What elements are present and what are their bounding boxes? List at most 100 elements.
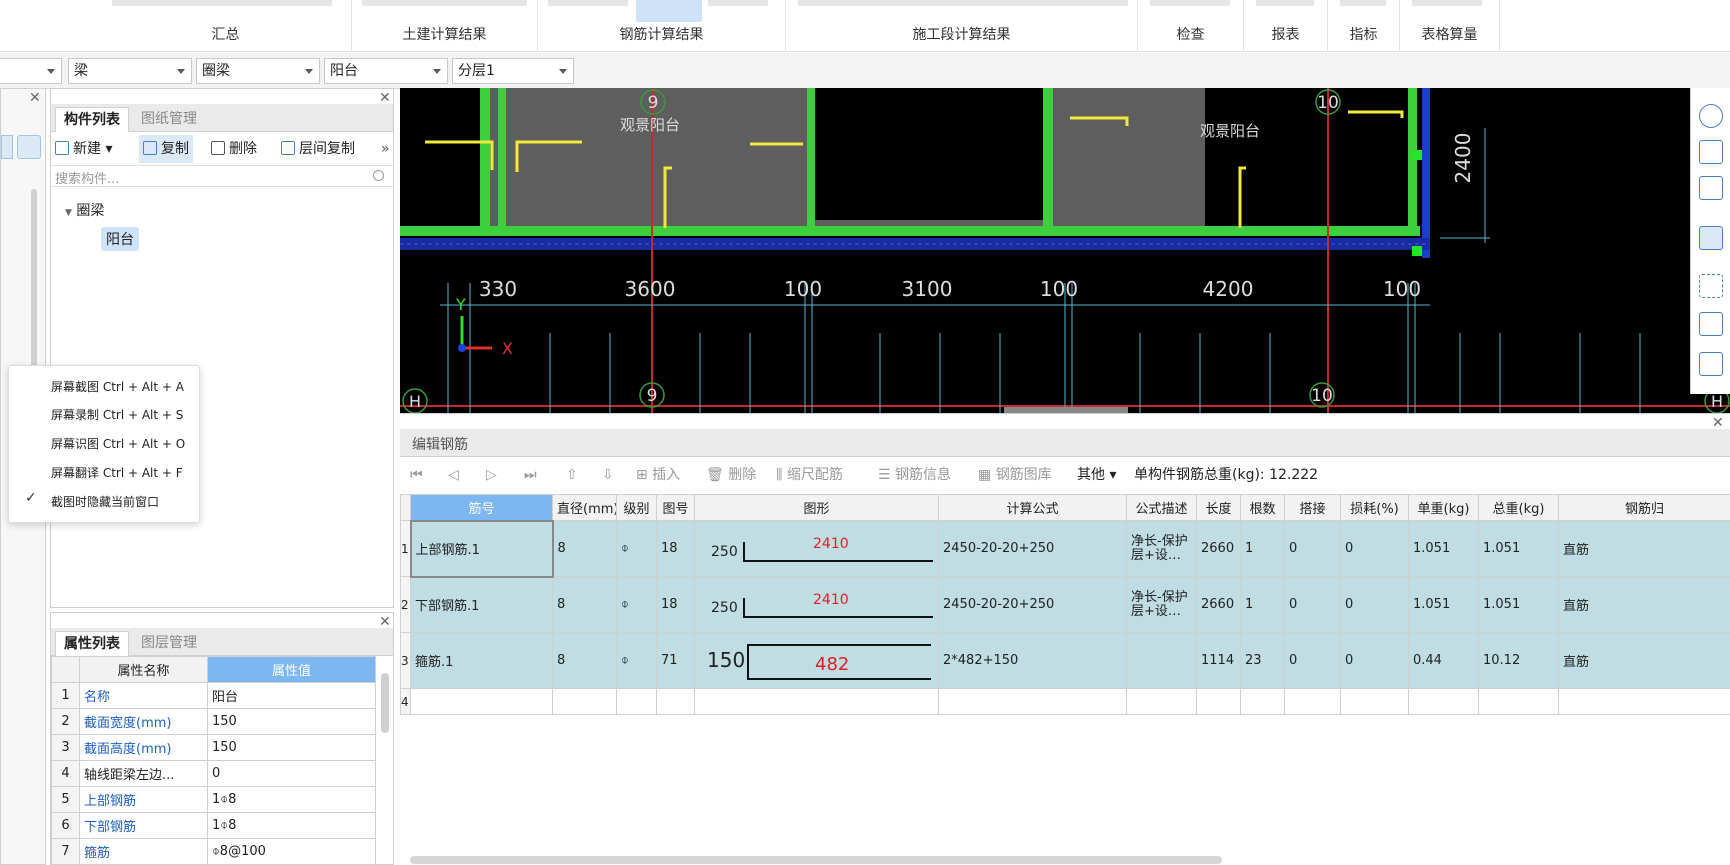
rebar-name-cell[interactable]: 箍筋.1 [410, 632, 553, 689]
count-cell[interactable]: 1 [1240, 576, 1285, 633]
tab-drawing-management[interactable]: 图纸管理 [133, 107, 205, 132]
property-value[interactable]: 150 [207, 734, 376, 761]
empty-cell[interactable] [656, 688, 695, 715]
lap-cell[interactable]: 0 [1284, 632, 1341, 689]
empty-cell[interactable] [1478, 688, 1559, 715]
rebar-type-cell[interactable]: 直筋 [1558, 632, 1730, 689]
filter-subtype-select[interactable]: 圈梁 [196, 58, 320, 84]
table-row[interactable]: 2 下部钢筋.1 8 ⌽ 18 250 2410 2450-20-20+250 净长-保护 层+设… [400, 576, 1730, 633]
rebar-library-button[interactable]: ▦ 钢筋图库 [978, 463, 1052, 487]
grade-cell[interactable]: ⌽ [616, 576, 657, 633]
count-cell[interactable]: 1 [1240, 520, 1285, 577]
new-button[interactable]: 新建 ▾ [55, 135, 112, 163]
shape-cell[interactable]: 150 482 [694, 632, 939, 689]
insert-button[interactable]: ⊞ 插入 [636, 463, 680, 487]
tree-item-selected[interactable]: 阳台 [101, 227, 139, 251]
property-value[interactable]: ⌽8@100 [207, 838, 376, 865]
menu-item-screenshot[interactable]: 屏幕截图 Ctrl + Alt + A [51, 376, 184, 398]
formula-desc-cell[interactable]: 净长-保护 层+设… [1126, 520, 1197, 577]
property-value[interactable]: 阳台 [207, 682, 376, 709]
rebar-type-cell[interactable]: 直筋 [1558, 576, 1730, 633]
menu-item-screen-translate[interactable]: 屏幕翻译 Ctrl + Alt + F [51, 462, 183, 484]
property-row[interactable]: 5 上部钢筋 1⌽8 [51, 786, 376, 813]
table-row-empty[interactable]: 4 [400, 688, 1730, 715]
grade-cell[interactable]: ⌽ [616, 520, 657, 577]
figure-number-cell[interactable]: 18 [656, 520, 695, 577]
empty-cell[interactable] [616, 688, 657, 715]
fullscreen-icon[interactable] [1699, 274, 1723, 298]
empty-cell[interactable] [938, 688, 1127, 715]
total-weight-cell[interactable]: 1.051 [1478, 520, 1559, 577]
length-cell[interactable]: 2660 [1196, 520, 1241, 577]
cad-canvas[interactable]: 9 10 9 10 H H 观景阳台 观景阳台 330 3600 100 310… [400, 88, 1730, 413]
property-row[interactable]: 4 轴线距梁左边... 0 [51, 760, 376, 787]
move-up-icon[interactable]: ⇧ [566, 463, 578, 487]
property-row[interactable]: 1 名称 阳台 [51, 682, 376, 709]
property-value[interactable]: 150 [207, 708, 376, 735]
prev-icon[interactable]: ◁ [448, 463, 459, 487]
rebar-name-cell[interactable]: 上部钢筋.1 [409, 519, 554, 578]
rebar-name-cell[interactable]: 下部钢筋.1 [410, 576, 553, 633]
filter-type-select[interactable]: 梁 [68, 58, 192, 84]
grade-cell[interactable]: ⌽ [616, 632, 657, 689]
formula-desc-cell[interactable] [1126, 632, 1197, 689]
formula-cell[interactable]: 2450-20-20+250 [938, 576, 1127, 633]
other-menu[interactable]: 其他 ▾ [1077, 463, 1116, 487]
formula-cell[interactable]: 2450-20-20+250 [938, 520, 1127, 577]
property-view-icon[interactable] [1699, 352, 1723, 376]
component-view-icon[interactable] [1699, 312, 1723, 336]
table-row[interactable]: 3 箍筋.1 8 ⌽ 71 150 482 2*482+150 1114 23 0 0 0.44 10.1… [400, 632, 1730, 689]
orbit-icon[interactable] [1699, 104, 1723, 128]
property-row[interactable]: 3 截面高度(mm) 150 [51, 734, 376, 761]
total-weight-cell[interactable]: 1.051 [1478, 576, 1559, 633]
formula-cell[interactable]: 2*482+150 [938, 632, 1127, 689]
lap-cell[interactable]: 0 [1284, 576, 1341, 633]
property-row[interactable]: 6 下部钢筋 1⌽8 [51, 812, 376, 839]
filter-layer-select[interactable]: 分层1 [452, 58, 574, 84]
empty-cell[interactable] [552, 688, 617, 715]
figure-number-cell[interactable]: 71 [656, 632, 695, 689]
empty-cell[interactable] [1408, 688, 1479, 715]
close-icon[interactable]: ✕ [1712, 416, 1724, 430]
scrollbar[interactable] [31, 189, 37, 389]
menu-item-hide-window[interactable]: 截图时隐藏当前窗口 [51, 491, 159, 513]
next-icon[interactable]: ▷ [486, 463, 497, 487]
view-3d-icon[interactable] [1699, 140, 1723, 164]
filter-component-select[interactable]: 阳台 [324, 58, 448, 84]
solid-view-icon[interactable] [1699, 226, 1723, 250]
property-row[interactable]: 7 箍筋 ⌽8@100 [51, 838, 376, 865]
rebar-type-cell[interactable]: 直筋 [1558, 520, 1730, 577]
detail-view-icon[interactable] [17, 135, 41, 159]
unit-weight-cell[interactable]: 1.051 [1408, 576, 1479, 633]
property-row[interactable]: 2 截面宽度(mm) 150 [51, 708, 376, 735]
property-value[interactable]: 0 [207, 760, 376, 787]
empty-cell[interactable] [1240, 688, 1285, 715]
copy-button[interactable]: 复制 [139, 135, 193, 163]
length-cell[interactable]: 1114 [1196, 632, 1241, 689]
delete-button[interactable]: 删除 [211, 135, 257, 163]
tab-component-list[interactable]: 构件列表 [55, 107, 129, 132]
move-down-icon[interactable]: ⇩ [602, 463, 614, 487]
loss-cell[interactable]: 0 [1340, 520, 1409, 577]
shape-cell[interactable]: 250 2410 [694, 576, 939, 633]
figure-number-cell[interactable]: 18 [656, 576, 695, 633]
horizontal-scrollbar[interactable] [410, 856, 1222, 864]
empty-cell[interactable] [1284, 688, 1341, 715]
close-icon[interactable]: ✕ [379, 91, 391, 105]
empty-cell[interactable] [1558, 688, 1730, 715]
delete-row-button[interactable]: 🗑 删除 [706, 463, 756, 487]
tree-group[interactable]: ▼ 圈梁 [65, 200, 104, 220]
unit-weight-cell[interactable]: 1.051 [1408, 520, 1479, 577]
close-icon[interactable]: ✕ [29, 91, 41, 105]
diameter-cell[interactable]: 8 [552, 632, 617, 689]
search-icon[interactable] [373, 170, 384, 181]
floor-copy-button[interactable]: 层间复制 [281, 135, 355, 163]
scale-rebar-button[interactable]: ⫼ 缩尺配筋 [776, 463, 843, 487]
empty-cell[interactable] [1340, 688, 1409, 715]
length-cell[interactable]: 2660 [1196, 576, 1241, 633]
diameter-cell[interactable]: 8 [552, 576, 617, 633]
menu-item-screen-ocr[interactable]: 屏幕识图 Ctrl + Alt + O [51, 433, 185, 455]
formula-desc-cell[interactable]: 净长-保护 层+设… [1126, 576, 1197, 633]
empty-cell[interactable] [410, 688, 553, 715]
loss-cell[interactable]: 0 [1340, 632, 1409, 689]
